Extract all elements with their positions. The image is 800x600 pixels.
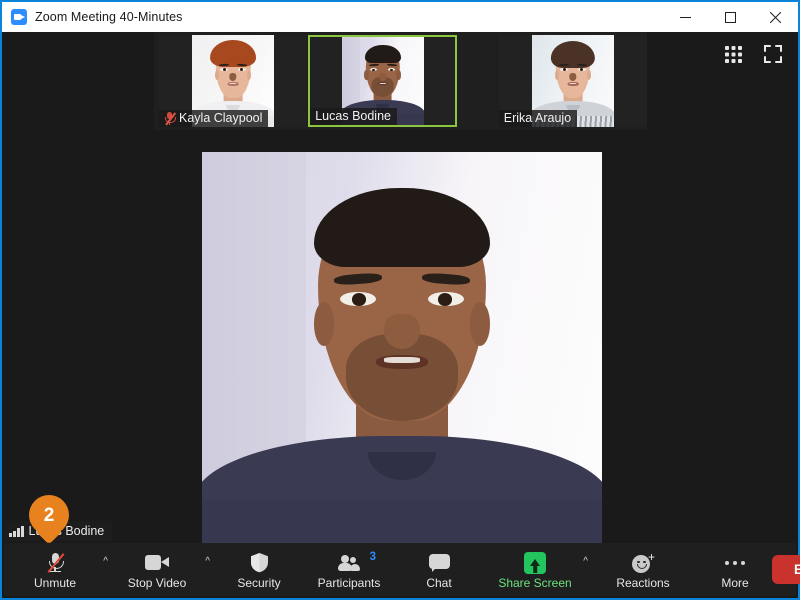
participant-thumbnail-lucas[interactable]: Lucas Bodine	[308, 35, 457, 127]
video-options-chevron-icon[interactable]: ^	[205, 556, 210, 567]
microphone-muted-icon	[46, 551, 64, 575]
chat-bubble-icon	[429, 551, 450, 575]
microphone-muted-icon	[164, 111, 175, 125]
participant-name: Erika Araujo	[504, 111, 571, 125]
shield-icon	[250, 551, 269, 575]
participant-thumbnail-erika[interactable]: Erika Araujo	[499, 35, 647, 127]
video-camera-icon	[145, 551, 169, 575]
participant-name-label: Lucas Bodine	[310, 108, 397, 125]
share-options-chevron-icon[interactable]: ^	[583, 556, 588, 567]
share-screen-label: Share Screen	[498, 577, 571, 589]
more-label: More	[721, 577, 748, 589]
participant-name: Lucas Bodine	[315, 109, 391, 123]
chat-label: Chat	[426, 577, 451, 589]
zoom-meeting-window: Zoom Meeting 40-Minutes	[0, 0, 800, 600]
participant-name: Kayla Claypool	[179, 111, 262, 125]
signal-bars-icon	[9, 526, 24, 537]
stop-video-button[interactable]: Stop Video ^	[120, 543, 206, 596]
participant-filmstrip: Kayla Claypool	[154, 32, 647, 130]
more-button[interactable]: More	[698, 543, 772, 596]
participant-name-label: Erika Araujo	[499, 110, 577, 127]
title-bar: Zoom Meeting 40-Minutes	[2, 2, 798, 32]
unmute-label: Unmute	[34, 577, 76, 589]
active-speaker-video[interactable]	[202, 152, 602, 547]
main-stage	[4, 130, 796, 543]
security-button[interactable]: Security	[222, 543, 296, 596]
meeting-toolbar: Unmute ^ Stop Video ^ Security Partic	[4, 543, 796, 596]
fullscreen-icon[interactable]	[758, 40, 788, 68]
reactions-button[interactable]: + Reactions	[606, 543, 680, 596]
reactions-label: Reactions	[616, 577, 669, 589]
zoom-camera-icon	[11, 9, 27, 25]
annotation-marker-number: 2	[29, 495, 69, 543]
ellipsis-icon	[725, 551, 745, 575]
share-screen-button[interactable]: Share Screen ^	[498, 543, 584, 596]
stop-video-label: Stop Video	[128, 577, 187, 589]
participant-thumbnail-kayla[interactable]: Kayla Claypool	[159, 35, 307, 127]
window-title: Zoom Meeting 40-Minutes	[35, 10, 183, 24]
unmute-button[interactable]: Unmute ^	[18, 543, 104, 596]
annotation-marker-2: 2	[29, 495, 69, 543]
grid-view-icon[interactable]	[718, 40, 748, 68]
people-icon	[337, 551, 361, 575]
maximize-icon[interactable]	[708, 2, 753, 32]
participants-label: Participants	[318, 577, 381, 589]
audio-options-chevron-icon[interactable]: ^	[103, 556, 108, 567]
participant-name-label: Kayla Claypool	[159, 110, 268, 127]
participants-button[interactable]: Participants 3	[312, 543, 386, 596]
security-label: Security	[237, 577, 280, 589]
view-controls	[718, 40, 788, 68]
minimize-icon[interactable]	[663, 2, 708, 32]
close-icon[interactable]	[753, 2, 798, 32]
participants-count-badge: 3	[370, 551, 376, 563]
window-controls	[663, 2, 798, 32]
end-meeting-button[interactable]: End	[772, 555, 800, 584]
chat-button[interactable]: Chat	[402, 543, 476, 596]
share-screen-icon	[524, 551, 546, 575]
smiley-plus-icon: +	[631, 551, 655, 575]
